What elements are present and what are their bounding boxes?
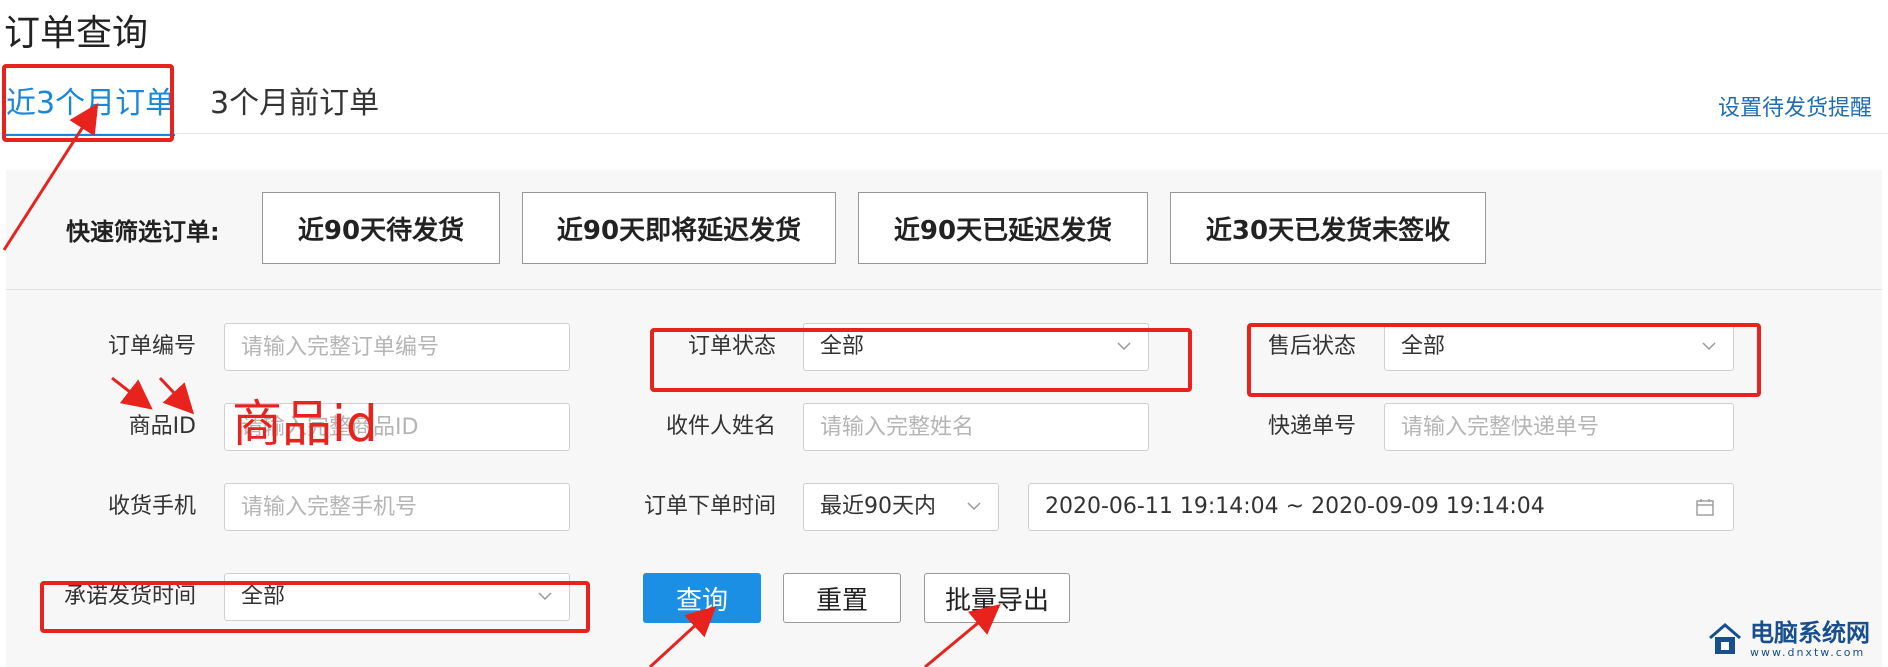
order-status-value: 全部 xyxy=(820,334,865,359)
order-status-label: 订单状态 xyxy=(687,334,776,359)
site-watermark: 电脑系统网 www.dnxtw.com xyxy=(1706,619,1870,659)
order-time-range-select[interactable]: 最近90天内 xyxy=(803,483,999,531)
tab-older-3-months[interactable]: 3个月前订单 xyxy=(210,82,379,126)
promise-time-value: 全部 xyxy=(241,584,286,609)
quick-filter-label: 快速筛选订单: xyxy=(66,218,220,246)
after-sale-status-label: 售后状态 xyxy=(1267,334,1356,359)
tab-recent-3-months[interactable]: 近3个月订单 xyxy=(6,82,176,136)
quick-filter-soon-delayed-90d[interactable]: 近90天即将延迟发货 xyxy=(522,192,836,264)
order-number-input[interactable] xyxy=(224,323,570,371)
house-icon xyxy=(1709,623,1741,654)
annotation-text-product-id: 商品id xyxy=(232,395,378,453)
phone-input[interactable] xyxy=(224,483,570,531)
tracking-number-input[interactable] xyxy=(1384,403,1734,451)
quick-filter-row: 快速筛选订单: 近90天待发货 近90天即将延迟发货 近90天已延迟发货 近30… xyxy=(6,170,1882,290)
chevron-down-icon xyxy=(1117,342,1131,351)
order-number-label: 订单编号 xyxy=(107,334,196,359)
recipient-name-label: 收件人姓名 xyxy=(665,414,776,439)
page-title: 订单查询 xyxy=(4,13,149,54)
reset-button[interactable]: 重置 xyxy=(783,573,901,623)
chevron-down-icon xyxy=(967,502,981,511)
tracking-number-label: 快递单号 xyxy=(1267,414,1356,439)
after-sale-status-select[interactable]: 全部 xyxy=(1384,323,1734,371)
product-id-label: 商品ID xyxy=(128,414,196,439)
order-tabs: 近3个月订单 3个月前订单 设置待发货提醒 xyxy=(0,76,1888,136)
calendar-icon xyxy=(1696,499,1714,516)
after-sale-status-value: 全部 xyxy=(1401,334,1446,359)
recipient-name-input[interactable] xyxy=(803,403,1149,451)
watermark-url: www.dnxtw.com xyxy=(1750,646,1866,659)
order-time-date-range-picker[interactable]: 2020-06-11 19:14:04 ~ 2020-09-09 19:14:0… xyxy=(1028,483,1734,531)
order-time-label: 订单下单时间 xyxy=(643,494,776,519)
quick-filter-pending-90d[interactable]: 近90天待发货 xyxy=(262,192,500,264)
order-time-range-value: 最近90天内 xyxy=(820,494,936,519)
chevron-down-icon xyxy=(538,592,552,601)
phone-label: 收货手机 xyxy=(107,494,196,519)
query-button[interactable]: 查询 xyxy=(643,573,761,623)
order-status-select[interactable]: 全部 xyxy=(803,323,1149,371)
promise-time-select[interactable]: 全部 xyxy=(224,573,570,621)
quick-filter-delayed-90d[interactable]: 近90天已延迟发货 xyxy=(858,192,1148,264)
promise-time-label: 承诺发货时间 xyxy=(63,584,196,609)
chevron-down-icon xyxy=(1702,342,1716,351)
set-shipping-reminder-link[interactable]: 设置待发货提醒 xyxy=(1718,90,1872,122)
batch-export-button[interactable]: 批量导出 xyxy=(924,573,1070,623)
watermark-title: 电脑系统网 xyxy=(1750,619,1870,647)
quick-filter-shipped-unsigned-30d[interactable]: 近30天已发货未签收 xyxy=(1170,192,1486,264)
order-time-date-range-value: 2020-06-11 19:14:04 ~ 2020-09-09 19:14:0… xyxy=(1045,494,1545,519)
